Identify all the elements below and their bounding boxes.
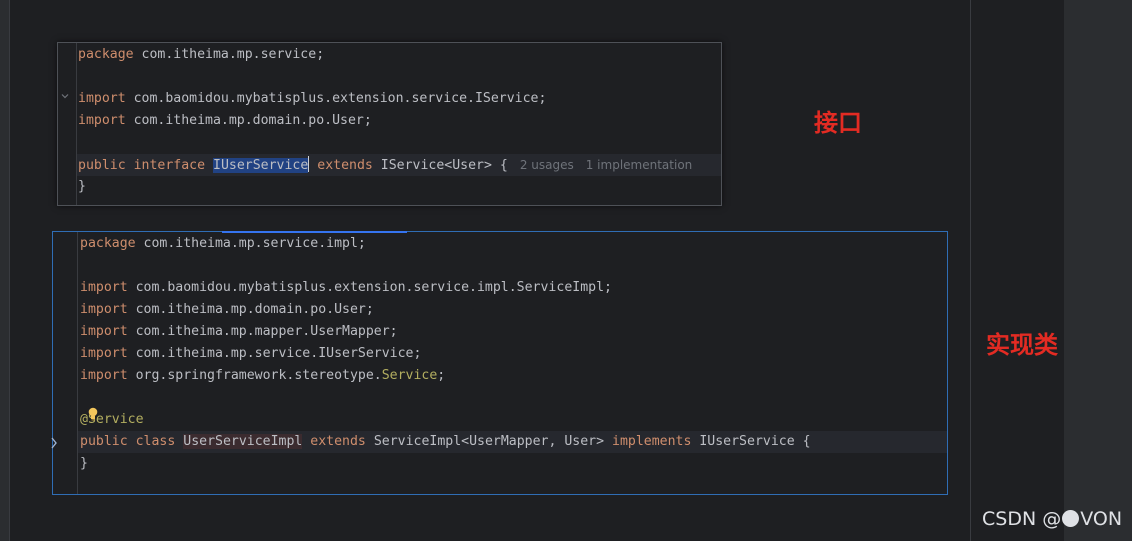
lightbulb-icon[interactable] — [88, 407, 98, 421]
code-text: com.baomidou.mybatisplus.extension.servi… — [125, 91, 547, 106]
interface-label: 接口 — [814, 109, 862, 137]
code-line-import[interactable]: import com.itheima.mp.mapper.UserMapper; — [80, 321, 398, 343]
impl-code-panel[interactable]: package com.itheima.mp.service.impl; imp… — [50, 231, 948, 495]
chevron-down-icon[interactable] — [59, 90, 71, 102]
implementation-hint[interactable]: 1 implementation — [586, 158, 693, 172]
code-line-import[interactable]: import org.springframework.stereotype.Se… — [80, 365, 445, 387]
keyword: public — [78, 158, 126, 173]
code-line-close-brace[interactable]: } — [80, 453, 88, 475]
right-area — [971, 0, 1064, 541]
usages-hint[interactable]: 2 usages — [520, 158, 574, 172]
keyword: package — [78, 47, 134, 62]
gutter-divider — [76, 43, 77, 205]
code-line-class-declaration[interactable]: public class UserServiceImpl extends Ser… — [80, 431, 811, 453]
code-line-import[interactable]: import com.baomidou.mybatisplus.extensio… — [80, 277, 612, 299]
impl-label: 实现类 — [986, 331, 1058, 359]
left-gutter — [0, 0, 10, 541]
keyword: import — [80, 324, 128, 339]
annotation-name: Service — [381, 368, 438, 383]
keyword: import — [80, 302, 128, 317]
keyword: package — [80, 236, 136, 251]
keyword: import — [78, 113, 126, 128]
watermark: CSDN @ VON — [982, 508, 1122, 530]
code-text: } — [80, 456, 88, 471]
keyword: import — [80, 280, 128, 295]
code-line-import[interactable]: import com.itheima.mp.domain.po.User; — [80, 299, 374, 321]
code-text: com.itheima.mp.service.IUserService; — [127, 346, 422, 361]
code-line-package[interactable]: package com.itheima.mp.service; — [78, 44, 324, 66]
code-text: ; — [437, 368, 446, 383]
implementation-marker-icon[interactable] — [50, 436, 60, 450]
keyword: interface — [133, 158, 206, 173]
gutter-divider — [77, 232, 78, 494]
keyword: public — [80, 434, 128, 449]
code-line-import[interactable]: import com.itheima.mp.service.IUserServi… — [80, 343, 421, 365]
code-text: IUserService { — [691, 434, 811, 449]
code-text: } — [78, 179, 86, 194]
code-text: IService<User> { — [372, 158, 508, 173]
keyword: import — [78, 91, 126, 106]
keyword: extends — [310, 434, 366, 449]
watermark-text: CSDN @ — [982, 508, 1062, 530]
code-line-package[interactable]: package com.itheima.mp.service.impl; — [80, 233, 366, 255]
code-line-interface-declaration[interactable]: public interface IUserService extends IS… — [78, 154, 692, 176]
scrollbar-strip[interactable] — [1064, 0, 1132, 541]
code-text: com.itheima.mp.service; — [133, 47, 325, 62]
code-line-import[interactable]: import com.itheima.mp.domain.po.User; — [78, 110, 372, 132]
code-line-import[interactable]: import com.baomidou.mybatisplus.extensio… — [78, 88, 546, 110]
avatar-dot-icon — [1062, 510, 1080, 527]
watermark-text: VON — [1080, 508, 1123, 530]
code-text: com.baomidou.mybatisplus.extension.servi… — [127, 280, 612, 295]
selected-identifier[interactable]: IUserService — [213, 158, 309, 173]
keyword: implements — [612, 434, 692, 449]
code-text: com.itheima.mp.service.impl; — [135, 236, 366, 251]
code-text: ServiceImpl<UserMapper, User> — [365, 434, 613, 449]
code-line-close-brace[interactable]: } — [78, 176, 86, 198]
keyword: import — [80, 346, 128, 361]
keyword: class — [135, 434, 176, 449]
keyword: extends — [317, 158, 373, 173]
code-text: com.itheima.mp.domain.po.User; — [127, 302, 374, 317]
class-name[interactable]: UserServiceImpl — [183, 434, 303, 449]
keyword: import — [80, 368, 128, 383]
code-text: com.itheima.mp.mapper.UserMapper; — [127, 324, 398, 339]
interface-code-panel[interactable]: package com.itheima.mp.service; import c… — [57, 42, 722, 206]
code-text: org.springframework.stereotype. — [127, 368, 382, 383]
text-cursor — [308, 156, 310, 172]
code-text: com.itheima.mp.domain.po.User; — [125, 113, 372, 128]
